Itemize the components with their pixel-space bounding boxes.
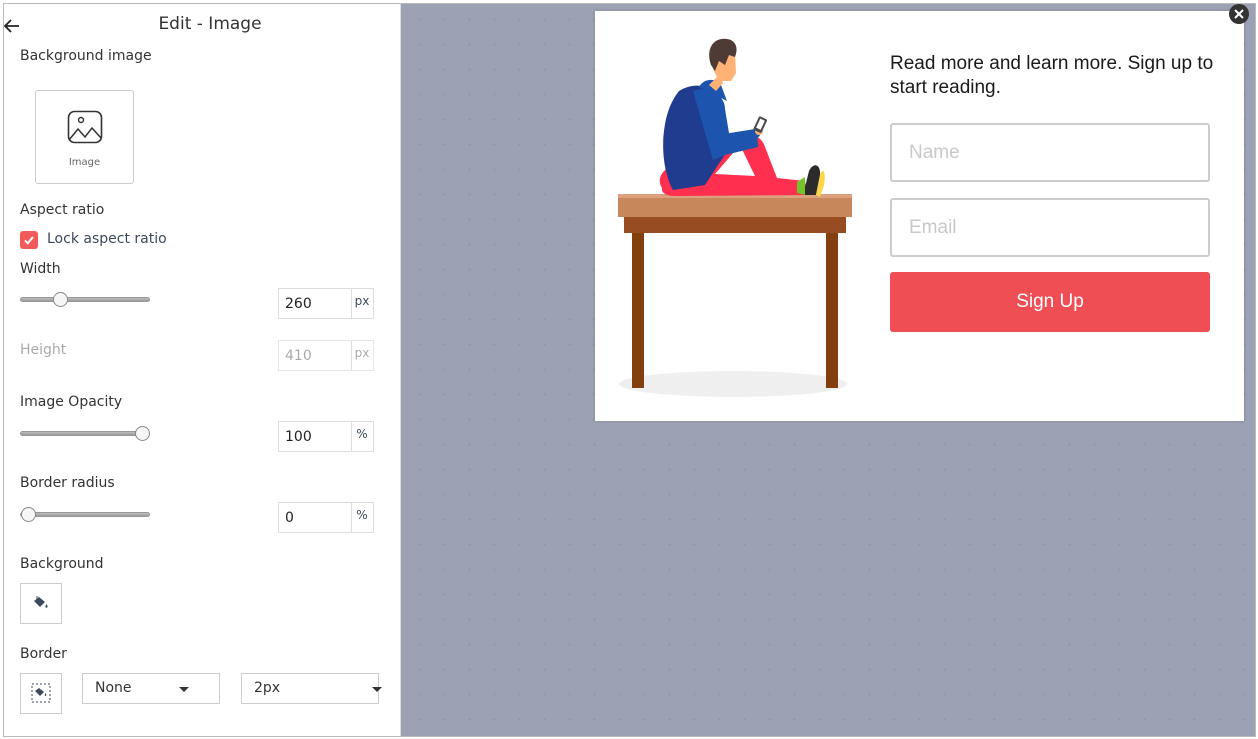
- image-caption: Image: [68, 157, 101, 168]
- caret-down-icon: [372, 687, 382, 692]
- slider-thumb[interactable]: [135, 426, 150, 441]
- popup-headline: Read more and learn more. Sign up to sta…: [890, 53, 1214, 98]
- paint-bucket-icon: [34, 596, 48, 608]
- background-image-picker[interactable]: Image: [35, 90, 134, 184]
- width-slider[interactable]: [20, 292, 150, 308]
- lock-aspect-ratio-label: Lock aspect ratio: [47, 231, 167, 247]
- width-field: px: [278, 288, 374, 319]
- slider-track: [20, 431, 150, 436]
- height-unit: px: [354, 346, 370, 360]
- height-label: Height: [20, 342, 67, 358]
- close-icon: [1234, 9, 1244, 19]
- caret-down-icon: [179, 687, 189, 692]
- edit-sidebar: Edit - Image Background image Image Aspe…: [4, 4, 400, 736]
- border-radius-unit: %: [356, 508, 368, 522]
- border-color-button[interactable]: [20, 673, 62, 714]
- width-label: Width: [20, 261, 61, 277]
- aspect-ratio-label: Aspect ratio: [20, 202, 105, 218]
- border-label: Border: [20, 646, 67, 662]
- sidebar-header: Edit - Image: [4, 14, 400, 38]
- width-unit: px: [354, 294, 370, 308]
- image-icon: [67, 110, 103, 144]
- close-popup-button[interactable]: [1229, 4, 1249, 24]
- height-field: px: [278, 340, 374, 371]
- opacity-input[interactable]: [279, 422, 352, 451]
- height-input[interactable]: [279, 341, 352, 370]
- background-image-label: Background image: [20, 48, 152, 64]
- border-radius-input[interactable]: [279, 503, 352, 532]
- border-width-select[interactable]: 2px: [241, 673, 382, 704]
- opacity-field: %: [278, 421, 374, 452]
- border-radius-field: %: [278, 502, 374, 533]
- image-opacity-label: Image Opacity: [20, 394, 123, 410]
- lock-aspect-ratio-checkbox[interactable]: [20, 231, 38, 249]
- width-input[interactable]: [279, 289, 352, 318]
- slider-track: [20, 297, 150, 302]
- border-radius-slider[interactable]: [20, 507, 150, 523]
- person-on-table-illustration: [618, 38, 852, 397]
- signup-popup-preview: Read more and learn more. Sign up to sta…: [595, 11, 1244, 421]
- background-label: Background: [20, 556, 104, 572]
- opacity-slider[interactable]: [20, 426, 150, 442]
- sidebar-title: Edit - Image: [158, 14, 262, 34]
- checkmark-icon: [24, 236, 34, 245]
- email-input[interactable]: [890, 198, 1210, 257]
- border-style-select[interactable]: None: [82, 673, 220, 704]
- slider-thumb[interactable]: [21, 507, 36, 522]
- background-color-button[interactable]: [20, 583, 62, 624]
- editor-window: Edit - Image Background image Image Aspe…: [3, 3, 1256, 737]
- border-width-value: 2px: [254, 680, 281, 696]
- slider-thumb[interactable]: [52, 292, 68, 307]
- name-input[interactable]: [890, 123, 1210, 182]
- slider-track: [20, 512, 150, 517]
- sign-up-button[interactable]: Sign Up: [890, 272, 1210, 332]
- border-style-value: None: [95, 680, 132, 696]
- border-paint-icon: [31, 683, 51, 703]
- border-radius-label: Border radius: [20, 475, 115, 491]
- opacity-unit: %: [356, 427, 368, 441]
- design-canvas: Read more and learn more. Sign up to sta…: [400, 4, 1255, 736]
